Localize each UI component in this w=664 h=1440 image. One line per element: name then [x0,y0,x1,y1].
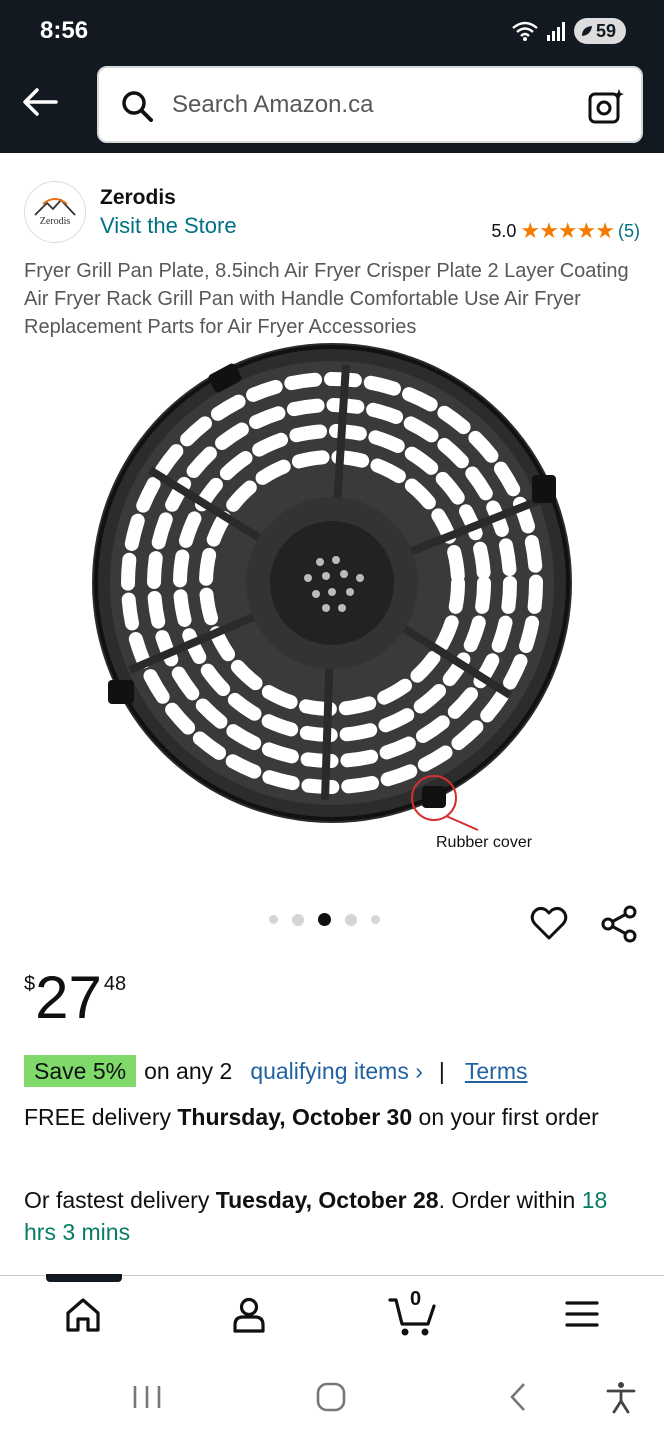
search-bar[interactable]: Search Amazon.ca [97,66,643,143]
store-logo[interactable]: Zerodis [24,181,86,243]
store-name: Zerodis [100,186,176,209]
visit-store-link[interactable]: Visit the Store [100,213,237,239]
delivery-prefix: FREE delivery [24,1104,178,1130]
delivery-suffix: on your first order [412,1104,599,1130]
nav-menu[interactable] [564,1296,600,1337]
wishlist-heart-icon[interactable] [530,905,568,943]
qualifying-items-link[interactable]: qualifying items › [250,1058,423,1085]
battery-level: 59 [595,20,616,41]
fastest-prefix: Or fastest delivery [24,1187,216,1213]
mountain-logo-icon [34,197,76,216]
recent-apps-icon[interactable] [130,1380,164,1414]
rating-value: 5.0 [491,220,517,241]
nav-cart[interactable]: 0 [388,1288,440,1343]
scroll-handle [46,1274,122,1282]
battery-indicator: 59 [573,18,626,44]
hamburger-menu-icon [565,1301,599,1327]
carousel-dot[interactable] [345,913,357,926]
delivery-info: FREE delivery Thursday, October 30 on yo… [24,1101,644,1133]
wifi-icon [512,21,538,41]
carousel-dot[interactable] [318,913,331,926]
cart-count: 0 [410,1288,422,1310]
accessibility-icon[interactable] [604,1380,638,1414]
product-image[interactable] [70,340,600,870]
back-arrow-icon [23,88,58,116]
home-icon [66,1298,100,1332]
signal-icon [546,22,565,41]
account-icon [233,1297,265,1333]
share-icon[interactable] [600,905,638,943]
fastest-date: Tuesday, October 28 [215,1187,439,1213]
battery-saver-icon [581,26,592,36]
image-callout-label: Rubber cover [436,834,533,851]
promo-row: Save 5% on any 2 qualifying items › | Te… [24,1055,528,1087]
camera-search-icon[interactable] [587,87,625,125]
fastest-delivery-info: Or fastest delivery Tuesday, October 28.… [24,1184,644,1248]
carousel-dot[interactable] [292,913,304,926]
review-count[interactable]: (5) [618,221,640,242]
carousel-dot[interactable] [371,915,380,924]
product-title: Fryer Grill Pan Plate, 8.5inch Air Fryer… [24,260,629,338]
promo-separator: | [438,1057,445,1084]
back-button[interactable] [20,82,60,122]
search-input[interactable]: Search Amazon.ca [172,91,373,119]
system-home-icon[interactable] [314,1380,348,1414]
rating-summary[interactable]: 5.0 ★★★★★ (5) [491,218,640,244]
nav-home[interactable] [64,1296,102,1339]
price: $ 27 48 [24,965,126,1031]
terms-link[interactable]: Terms [465,1058,528,1085]
nav-account[interactable] [230,1296,268,1339]
price-whole: 27 [35,964,102,1031]
system-back-icon[interactable] [502,1380,536,1414]
promo-text: on any 2 [144,1057,233,1084]
star-icons: ★★★★★ [520,218,615,243]
price-fraction: 48 [103,973,127,995]
save-badge: Save 5% [24,1055,137,1087]
system-nav-bar [0,1356,664,1440]
search-icon [122,91,153,122]
app-header: 8:56 59 Search Amazon.ca [0,0,664,153]
price-currency: $ [24,973,36,995]
delivery-date: Thursday, October 30 [177,1104,413,1130]
image-carousel-dots [269,913,380,926]
status-time: 8:56 [40,17,89,44]
status-icons: 59 [512,18,626,44]
store-logo-text: Zerodis [39,215,71,227]
bottom-nav: 0 [0,1275,664,1355]
carousel-dot[interactable] [269,915,278,924]
fastest-middle: . Order within [438,1187,582,1213]
